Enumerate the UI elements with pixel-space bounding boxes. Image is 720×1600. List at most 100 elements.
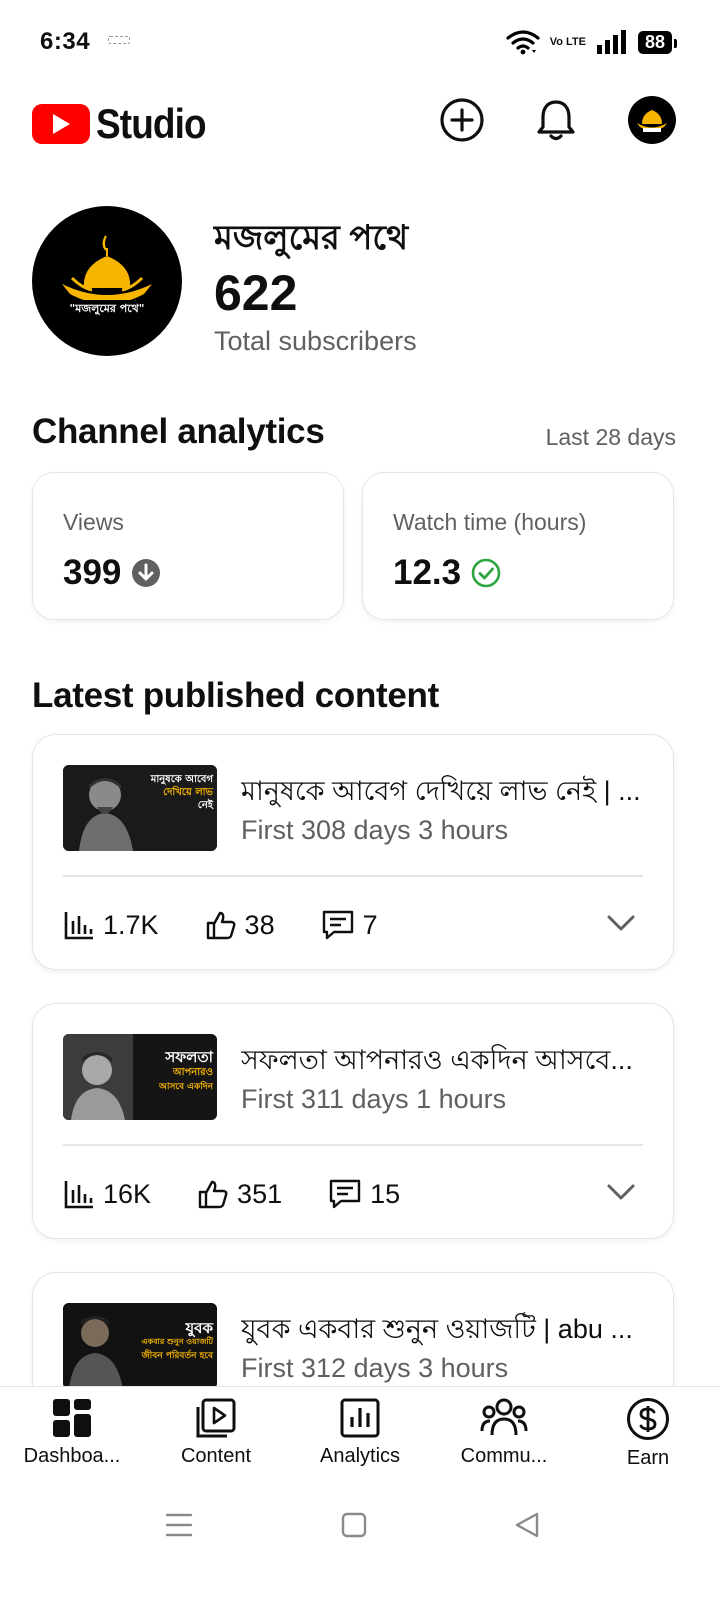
home-icon[interactable] [341, 1512, 367, 1538]
app-header: Studio [0, 80, 720, 160]
comments-count: 7 [362, 909, 378, 940]
thumbnail-caption: মানুষকে আবেগ দেখিয়ে লাভ নেই [133, 773, 213, 812]
wifi-icon [506, 30, 540, 55]
channel-avatar-text: "মজলুমের পথে" [69, 302, 145, 315]
comments-stat: 7 [321, 909, 378, 941]
nav-community[interactable]: Commu... [432, 1387, 576, 1486]
youtube-studio-logo[interactable]: Studio [32, 100, 221, 148]
views-stat: 1.7K [63, 909, 159, 941]
create-button[interactable] [436, 94, 488, 146]
notification-indicator-icon [108, 36, 130, 44]
bar-chart-icon [64, 1181, 93, 1209]
channel-avatar[interactable]: "মজলুমের পথে" [32, 206, 182, 356]
video-stats: 1.7K 38 7 [63, 903, 424, 947]
comments-count: 15 [370, 1178, 401, 1209]
thumbnail-caption: যুবক একবার শুনুন ওয়াজটি জীবন পরিবর্তন হ… [117, 1321, 213, 1363]
video-card[interactable]: সফলতা আপনারও আসবে একদিন সফলতা আপনারও একদ… [32, 1003, 674, 1239]
nav-analytics[interactable]: Analytics [288, 1387, 432, 1486]
thumb-line: আসবে একদিন [158, 1082, 213, 1092]
video-stats: 16K 351 15 [63, 1172, 446, 1216]
thumb-line: নেই [197, 800, 213, 811]
nav-label: Analytics [319, 1445, 401, 1467]
bar-chart-icon [64, 912, 93, 940]
analytics-period: Last 28 days [545, 424, 676, 450]
thumb-line: মানুষকে আবেগ [150, 774, 213, 785]
metric-label: Watch time (hours) [393, 509, 587, 535]
channel-name: মজলুমের পথে [214, 219, 409, 257]
nav-label: Dashboa... [23, 1445, 121, 1467]
video-title[interactable]: যুবক একবার শুনুন ওয়াজটি | abu ... [241, 1309, 651, 1354]
status-bar: 6:34 Vo LTE 88 [0, 0, 720, 80]
content-icon [196, 1398, 236, 1438]
earn-icon [627, 1398, 669, 1440]
analytics-section-title: Channel analytics [32, 412, 325, 451]
video-title[interactable]: মানুষকে আবেগ দেখিয়ে লাভ নেই | ... [241, 771, 651, 816]
nav-label: Earn [626, 1447, 670, 1469]
status-icons: Vo LTE 88 [506, 28, 678, 56]
views-count: 16K [103, 1178, 152, 1209]
divider [63, 875, 643, 877]
chevron-down-icon[interactable] [605, 1176, 637, 1208]
watch-time-metric-card[interactable]: Watch time (hours) 12.3 [362, 472, 674, 620]
video-period: First 311 days 1 hours [241, 1084, 507, 1114]
video-thumbnail[interactable]: মানুষকে আবেগ দেখিয়ে লাভ নেই [63, 765, 217, 851]
likes-count: 351 [237, 1178, 283, 1209]
video-card[interactable]: মানুষকে আবেগ দেখিয়ে লাভ নেই মানুষকে আবে… [32, 734, 674, 970]
system-navigation-bar [0, 1486, 720, 1600]
notifications-button[interactable] [530, 94, 582, 146]
back-icon[interactable] [514, 1511, 540, 1539]
check-circle-icon [471, 558, 501, 588]
nav-dashboard[interactable]: Dashboa... [0, 1387, 144, 1486]
metric-value: 12.3 [393, 553, 501, 593]
subscriber-label: Total subscribers [214, 326, 417, 356]
nav-content[interactable]: Content [144, 1387, 288, 1486]
app-name: Studio [96, 100, 207, 147]
bottom-navigation: Dashboa... Content Analytics Commu... Ea… [0, 1386, 720, 1486]
chevron-down-icon[interactable] [605, 907, 637, 939]
metric-label: Views [63, 509, 124, 535]
nav-label: Commu... [460, 1445, 548, 1467]
views-value: 399 [63, 553, 122, 592]
thumbs-up-icon [206, 911, 235, 940]
video-title[interactable]: সফলতা আপনারও একদিন আসবে... [241, 1040, 651, 1085]
nav-label: Content [180, 1445, 252, 1467]
views-metric-card[interactable]: Views 399 [32, 472, 344, 620]
views-stat: 16K [63, 1178, 151, 1210]
menu-icon[interactable] [165, 1512, 193, 1538]
video-thumbnail[interactable]: সফলতা আপনারও আসবে একদিন [63, 1034, 217, 1120]
community-icon [480, 1398, 528, 1436]
mosque-logo-icon [637, 110, 667, 132]
mosque-logo-icon [58, 235, 156, 316]
thumb-line: যুবক [185, 1319, 213, 1337]
thumb-line: আপনারও [172, 1067, 213, 1078]
thumbnail-caption: সফলতা আপনারও আসবে একদিন [127, 1050, 213, 1095]
likes-stat: 38 [205, 909, 275, 941]
likes-stat: 351 [197, 1178, 282, 1210]
thumb-line: সফলতা [165, 1048, 213, 1066]
likes-count: 38 [244, 909, 275, 940]
thumbs-up-icon [198, 1180, 228, 1209]
views-count: 1.7K [103, 909, 159, 940]
nav-earn[interactable]: Earn [576, 1387, 720, 1486]
subscriber-count: 622 [214, 265, 298, 321]
youtube-play-icon [32, 104, 90, 144]
dashboard-icon [53, 1399, 91, 1437]
video-thumbnail[interactable]: যুবক একবার শুনুন ওয়াজটি জীবন পরিবর্তন হ… [63, 1303, 217, 1389]
thumb-line: একবার শুনুন ওয়াজটি [141, 1337, 213, 1346]
status-time: 6:34 [40, 28, 91, 55]
comment-icon [322, 910, 353, 940]
account-avatar[interactable] [628, 96, 676, 144]
plus-circle-icon [440, 98, 484, 142]
comment-icon [329, 1179, 361, 1209]
signal-icon [596, 30, 626, 54]
network-type-label: Vo LTE [549, 35, 586, 48]
down-arrow-icon [132, 559, 161, 587]
battery-indicator: 88 [637, 30, 678, 54]
thumb-line: জীবন পরিবর্তন হবে [141, 1351, 213, 1361]
analytics-icon [340, 1398, 380, 1438]
video-period: First 308 days 3 hours [241, 815, 509, 845]
video-period: First 312 days 3 hours [241, 1353, 509, 1383]
thumb-line: দেখিয়ে লাভ [163, 787, 213, 798]
bell-icon [537, 100, 575, 141]
comments-stat: 15 [328, 1178, 400, 1210]
